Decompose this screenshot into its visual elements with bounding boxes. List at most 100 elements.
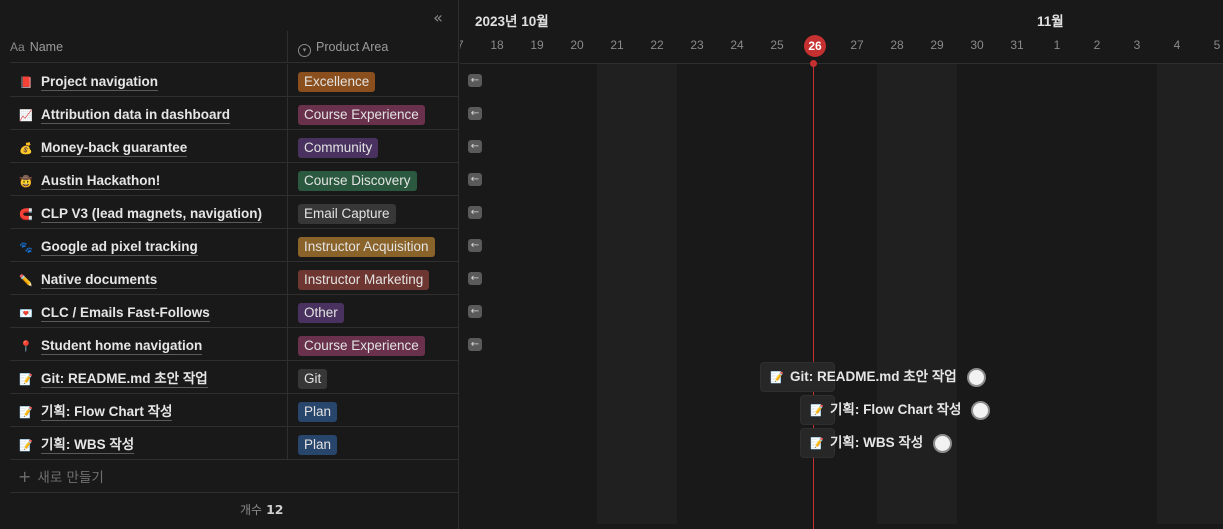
page-emoji-icon: 📝 xyxy=(19,373,33,386)
product-area-cell[interactable]: Instructor Acquisition xyxy=(298,229,435,262)
day-label: 29 xyxy=(930,38,944,52)
table-row[interactable]: 📝 기획: WBS 작성 Plan xyxy=(10,427,459,460)
timeline-header-divider xyxy=(460,63,1223,64)
name-cell[interactable]: 📝 기획: Flow Chart 작성 xyxy=(10,394,288,427)
page-emoji-icon: 📝 xyxy=(770,372,784,384)
table-row[interactable]: 📝 기획: Flow Chart 작성 Plan xyxy=(10,394,459,427)
scroll-to-item-arrow-icon[interactable]: ← xyxy=(468,74,482,87)
scroll-to-item-arrow-icon[interactable]: ← xyxy=(468,107,482,120)
scroll-to-item-arrow-icon[interactable]: ← xyxy=(468,140,482,153)
product-area-cell[interactable]: Other xyxy=(298,295,344,328)
name-cell[interactable]: 🧲 CLP V3 (lead magnets, navigation) xyxy=(10,196,288,229)
table-row[interactable]: 📍 Student home navigation Course Experienc… xyxy=(10,328,459,361)
name-cell[interactable]: 💌 CLC / Emails Fast-Follows xyxy=(10,295,288,328)
collapse-sidebar-icon[interactable]: « xyxy=(428,8,448,28)
name-cell[interactable]: 📈 Attribution data in dashboard xyxy=(10,97,288,130)
page-title-link[interactable]: Git: README.md 초안 작업 xyxy=(41,371,208,388)
name-cell[interactable]: 📍 Student home navigation xyxy=(10,328,288,361)
page-emoji-icon: 📝 xyxy=(810,405,824,417)
assignee-avatar[interactable] xyxy=(966,367,986,387)
timeline-bar-label[interactable]: 📝 기획: Flow Chart 작성 xyxy=(810,395,991,425)
day-label: 5 xyxy=(1213,38,1221,52)
product-area-tag: Course Experience xyxy=(298,104,425,125)
name-cell[interactable]: 🤠 Austin Hackathon! xyxy=(10,163,288,196)
product-area-cell[interactable]: Email Capture xyxy=(298,196,396,229)
page-title-link[interactable]: 기획: Flow Chart 작성 xyxy=(41,404,173,421)
product-area-cell[interactable]: Plan xyxy=(298,394,338,427)
name-cell[interactable]: ✏️ Native documents xyxy=(10,262,288,295)
day-label: 28 xyxy=(890,38,904,52)
product-area-tag: Instructor Acquisition xyxy=(298,236,435,257)
product-area-cell[interactable]: Plan xyxy=(298,427,338,460)
day-label: 25 xyxy=(770,38,784,52)
page-title-link[interactable]: Project navigation xyxy=(41,74,159,91)
new-row-button[interactable]: + 새로 만들기 xyxy=(10,460,459,493)
timeline-bar-label[interactable]: 📝 Git: README.md 초안 작업 xyxy=(770,362,986,392)
product-area-cell[interactable]: Course Experience xyxy=(298,97,425,130)
assignee-avatar[interactable] xyxy=(971,400,991,420)
name-cell[interactable]: 📝 기획: WBS 작성 xyxy=(10,427,288,460)
text-property-icon: Aa xyxy=(10,40,25,54)
page-title-link[interactable]: Student home navigation xyxy=(41,338,203,355)
table-row[interactable]: 📕 Project navigation Excellence xyxy=(10,64,459,97)
page-title-link[interactable]: Money-back guarantee xyxy=(41,140,188,157)
today-marker-dot xyxy=(810,60,817,67)
day-label: 30 xyxy=(970,38,984,52)
today-badge: 26 xyxy=(804,35,826,57)
page-emoji-icon: 📝 xyxy=(19,406,33,419)
scroll-to-item-arrow-icon[interactable]: ← xyxy=(468,305,482,318)
table-row[interactable]: 🧲 CLP V3 (lead magnets, navigation) Email … xyxy=(10,196,459,229)
product-area-tag: Git xyxy=(298,368,328,389)
count-label: 개수 xyxy=(240,503,263,517)
product-area-cell[interactable]: Course Experience xyxy=(298,328,425,361)
scroll-to-item-arrow-icon[interactable]: ← xyxy=(468,206,482,219)
scroll-to-item-arrow-icon[interactable]: ← xyxy=(468,272,482,285)
today-line xyxy=(813,63,814,529)
product-area-tag: Plan xyxy=(298,434,338,455)
product-area-column-header[interactable]: ▾ Product Area xyxy=(298,31,388,63)
product-area-cell[interactable]: Git xyxy=(298,361,328,394)
product-area-cell[interactable]: Excellence xyxy=(298,64,376,97)
page-title-link[interactable]: Austin Hackathon! xyxy=(41,173,161,190)
product-area-cell[interactable]: Community xyxy=(298,130,379,163)
table-row[interactable]: 🐾 Google ad pixel tracking Instructor Acqu… xyxy=(10,229,459,262)
product-area-tag: Other xyxy=(298,302,344,323)
table-row[interactable]: 📝 Git: README.md 초안 작업 Git xyxy=(10,361,459,394)
day-label: 18 xyxy=(490,38,504,52)
table-row[interactable]: 💰 Money-back guarantee Community xyxy=(10,130,459,163)
table-row[interactable]: 💌 CLC / Emails Fast-Follows Other xyxy=(10,295,459,328)
product-area-tag: Excellence xyxy=(298,71,376,92)
page-title-link[interactable]: Google ad pixel tracking xyxy=(41,239,198,256)
name-cell[interactable]: 📕 Project navigation xyxy=(10,64,288,97)
new-row-label: 새로 만들기 xyxy=(37,470,104,486)
product-area-cell[interactable]: Course Discovery xyxy=(298,163,417,196)
page-title-link[interactable]: Native documents xyxy=(41,272,158,289)
page-title-link[interactable]: Attribution data in dashboard xyxy=(41,107,230,124)
day-label: 2 xyxy=(1093,38,1101,52)
product-area-tag: Plan xyxy=(298,401,338,422)
scroll-to-item-arrow-icon[interactable]: ← xyxy=(468,173,482,186)
day-label: 19 xyxy=(530,38,544,52)
name-column-header[interactable]: Aa Name xyxy=(10,31,288,63)
scroll-to-item-arrow-icon[interactable]: ← xyxy=(468,239,482,252)
scroll-to-item-arrow-icon[interactable]: ← xyxy=(468,338,482,351)
name-cell[interactable]: 🐾 Google ad pixel tracking xyxy=(10,229,288,262)
page-title-link[interactable]: CLP V3 (lead magnets, navigation) xyxy=(41,206,263,223)
table-row[interactable]: 📈 Attribution data in dashboard Course Exp… xyxy=(10,97,459,130)
weekend-shade xyxy=(597,64,677,524)
day-label: 24 xyxy=(730,38,744,52)
timeline-panel[interactable]: 2023년 10월 11월 17181920212223242526272829… xyxy=(460,0,1223,529)
page-title-link[interactable]: CLC / Emails Fast-Follows xyxy=(41,305,210,322)
name-cell[interactable]: 💰 Money-back guarantee xyxy=(10,130,288,163)
row-count: 개수 12 xyxy=(240,501,284,518)
day-label: 3 xyxy=(1133,38,1141,52)
name-cell[interactable]: 📝 Git: README.md 초안 작업 xyxy=(10,361,288,394)
product-area-cell[interactable]: Instructor Marketing xyxy=(298,262,430,295)
timeline-bar-label[interactable]: 📝 기획: WBS 작성 xyxy=(810,428,953,458)
page-emoji-icon: 📕 xyxy=(19,76,33,89)
timeline-bar-title: Git: README.md 초안 작업 xyxy=(790,369,957,384)
table-row[interactable]: ✏️ Native documents Instructor Marketing xyxy=(10,262,459,295)
page-title-link[interactable]: 기획: WBS 작성 xyxy=(41,437,135,454)
table-row[interactable]: 🤠 Austin Hackathon! Course Discovery xyxy=(10,163,459,196)
assignee-avatar[interactable] xyxy=(933,433,953,453)
